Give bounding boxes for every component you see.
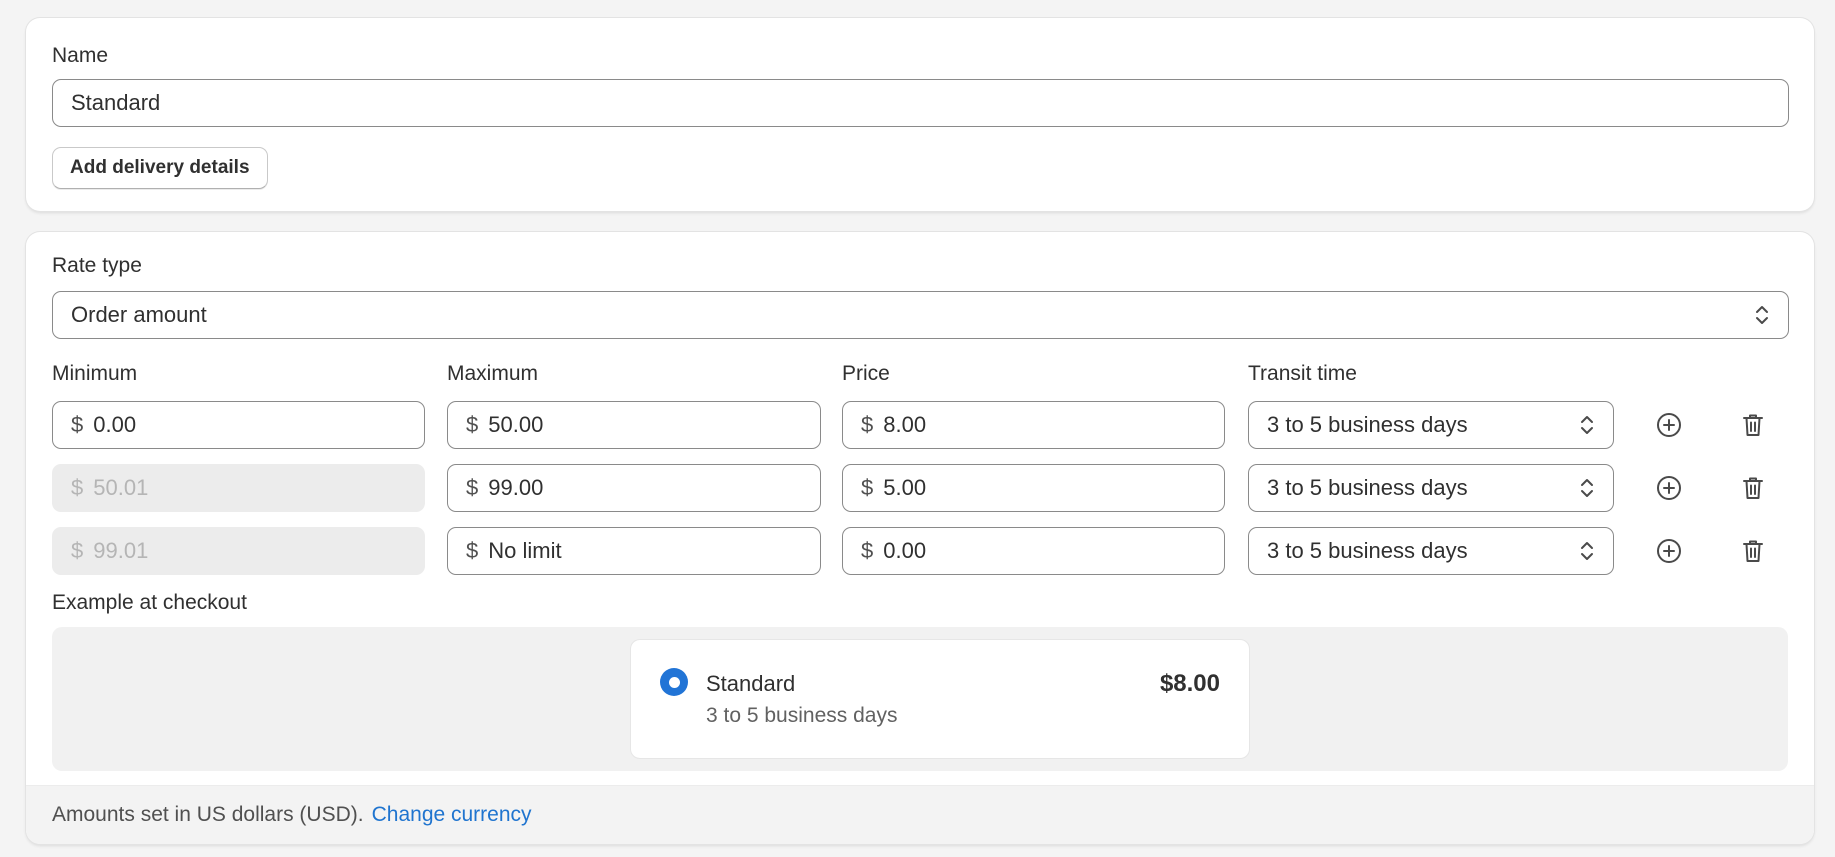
checkout-preview-card: Standard 3 to 5 business days $8.00 [630,639,1250,759]
transit-time-value: 3 to 5 business days [1267,412,1468,437]
price-value: 8.00 [883,412,927,437]
maximum-header: Maximum [447,362,539,385]
currency-prefix: $ [466,412,479,437]
currency-note: Amounts set in US dollars (USD). [52,803,364,826]
maximum-input[interactable]: $ 50.00 [447,401,821,449]
delete-rate-icon[interactable] [1737,472,1769,504]
minimum-input-disabled: $ 99.01 [52,527,425,575]
name-input[interactable]: Standard [52,79,1789,127]
price-input[interactable]: $ 0.00 [842,527,1225,575]
minimum-value: 50.01 [93,475,149,500]
price-input[interactable]: $ 5.00 [842,464,1225,512]
transit-time-value: 3 to 5 business days [1267,475,1468,500]
preview-rate-name: Standard [706,671,796,696]
transit-header: Transit time [1248,362,1357,385]
minimum-header: Minimum [52,362,138,385]
currency-prefix: $ [861,412,874,437]
maximum-value: No limit [488,538,562,563]
name-input-value: Standard [71,90,161,115]
select-chevron-icon [1579,476,1595,500]
rate-type-select[interactable]: Order amount [52,291,1789,339]
currency-prefix: $ [466,538,479,563]
maximum-input[interactable]: $ No limit [447,527,821,575]
minimum-input[interactable]: $ 0.00 [52,401,425,449]
currency-prefix: $ [861,475,874,500]
transit-time-select[interactable]: 3 to 5 business days [1248,464,1614,512]
currency-prefix: $ [71,538,84,563]
price-header: Price [842,362,890,385]
price-value: 5.00 [883,475,927,500]
currency-prefix: $ [466,475,479,500]
currency-footer: Amounts set in US dollars (USD). Change … [26,785,1814,844]
add-delivery-details-button[interactable]: Add delivery details [52,147,268,189]
delete-rate-icon[interactable] [1737,535,1769,567]
preview-transit-time: 3 to 5 business days [706,704,898,727]
select-chevron-icon [1579,539,1595,563]
maximum-input[interactable]: $ 99.00 [447,464,821,512]
minimum-input-disabled: $ 50.01 [52,464,425,512]
preview-price: $8.00 [1159,670,1220,697]
select-chevron-icon [1754,303,1770,327]
add-rate-icon[interactable] [1653,472,1685,504]
maximum-value: 50.00 [488,412,544,437]
checkout-preview-area: Standard 3 to 5 business days $8.00 [52,627,1788,771]
minimum-value: 0.00 [93,412,137,437]
transit-time-select[interactable]: 3 to 5 business days [1248,527,1614,575]
name-label: Name [52,44,109,67]
rate-type-label: Rate type [52,254,142,277]
example-checkout-label: Example at checkout [52,591,247,614]
add-rate-icon[interactable] [1653,535,1685,567]
transit-time-select[interactable]: 3 to 5 business days [1248,401,1614,449]
currency-prefix: $ [861,538,874,563]
rate-card: Rate type Order amount Minimum Maximum P… [26,232,1814,844]
delete-rate-icon[interactable] [1737,409,1769,441]
add-rate-icon[interactable] [1653,409,1685,441]
name-card: Name Standard Add delivery details [26,18,1814,211]
change-currency-link[interactable]: Change currency [372,803,532,827]
price-value: 0.00 [883,538,927,563]
currency-prefix: $ [71,475,84,500]
rate-type-value: Order amount [71,302,207,327]
currency-prefix: $ [71,412,84,437]
select-chevron-icon [1579,413,1595,437]
selected-radio [660,668,688,696]
transit-time-value: 3 to 5 business days [1267,538,1468,563]
minimum-value: 99.01 [93,538,149,563]
maximum-value: 99.00 [488,475,544,500]
price-input[interactable]: $ 8.00 [842,401,1225,449]
